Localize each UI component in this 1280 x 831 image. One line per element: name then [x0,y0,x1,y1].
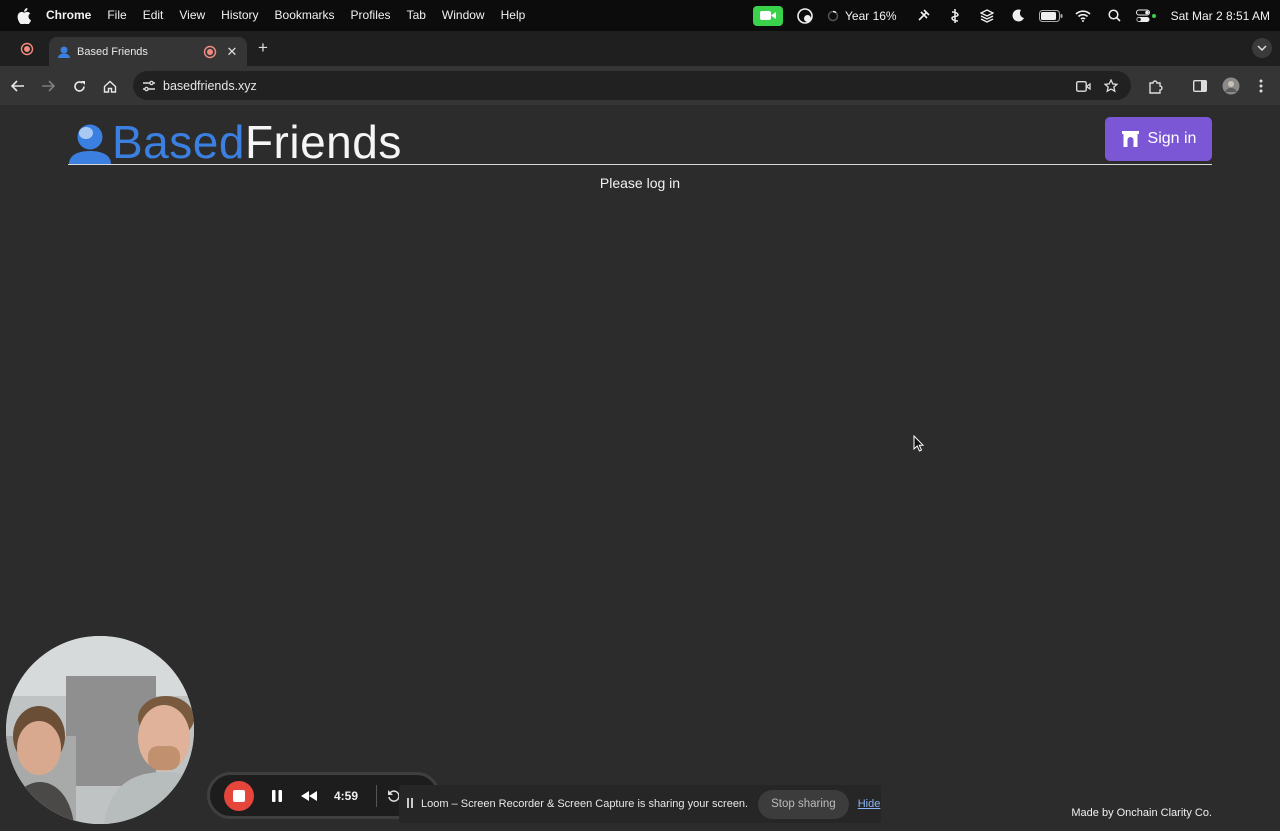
sharing-message: Loom – Screen Recorder & Screen Capture … [421,798,749,810]
farcaster-arch-icon [1121,131,1139,147]
arrow-left-icon [11,80,24,92]
tab-recording-icon [203,45,217,58]
menubar-clock[interactable]: Sat Mar 2 8:51 AM [1163,9,1270,23]
pause-recording-button[interactable] [268,787,286,805]
new-tab-button[interactable]: + [254,38,272,58]
arrow-right-icon [42,80,55,92]
side-panel-button[interactable] [1189,75,1211,97]
camera-in-use-icon[interactable] [753,5,783,26]
header-divider [68,164,1212,165]
user-logo-icon [69,124,111,164]
address-bar[interactable]: basedfriends.xyz [133,71,1131,100]
chatgpt-icon[interactable] [789,0,821,31]
rewind-icon [301,790,317,801]
battery-icon[interactable] [1035,0,1067,31]
tab-search-button[interactable] [1252,38,1272,58]
site-info-icon[interactable] [139,76,159,96]
sign-in-label: Sign in [1147,130,1197,147]
year-progress-label: Year 16% [845,8,897,23]
url-text: basedfriends.xyz [163,78,257,93]
hide-sharing-bar-link[interactable]: Hide [858,798,881,810]
menu-file[interactable]: File [99,0,134,31]
camera-permission-icon[interactable] [1073,76,1093,96]
wifi-icon[interactable] [1067,0,1099,31]
side-panel-icon [1193,80,1207,92]
kebab-menu-icon [1259,79,1263,93]
sharing-indicator-icon [407,798,417,810]
extensions-button[interactable] [1144,75,1166,97]
home-button[interactable] [99,75,121,97]
browser-toolbar: basedfriends.xyz [0,66,1280,105]
back-button[interactable] [7,75,29,97]
screen-sharing-bar: Loom – Screen Recorder & Screen Capture … [399,785,881,823]
stop-sharing-button[interactable]: Stop sharing [758,789,849,819]
sign-in-button[interactable]: Sign in [1105,117,1212,161]
mouse-cursor-icon [913,435,925,452]
footer-credit: Made by Onchain Clarity Co. [1071,807,1212,819]
recording-icon[interactable] [18,40,36,58]
menu-bookmarks[interactable]: Bookmarks [267,0,343,31]
spotlight-search-icon[interactable] [1099,0,1131,31]
login-message: Please log in [599,175,681,191]
macos-menu-bar: Chrome File Edit View History Bookmarks … [0,0,1280,31]
moon-icon[interactable] [1003,0,1035,31]
favicon-icon [58,46,70,58]
stop-recording-button[interactable] [224,780,254,811]
layers-icon[interactable] [971,0,1003,31]
chrome-menu-button[interactable] [1250,75,1272,97]
controls-divider [376,784,377,807]
profile-avatar[interactable] [1220,75,1242,97]
rewind-button[interactable] [298,787,320,805]
chevron-down-icon [1257,45,1267,51]
forward-button[interactable] [37,75,59,97]
reload-button[interactable] [68,75,90,97]
stop-icon [233,789,245,802]
menu-tab[interactable]: Tab [399,0,434,31]
site-logo[interactable]: Based Friends [68,117,402,165]
pause-icon [272,789,282,802]
pin-icon[interactable] [907,0,939,31]
tab-title: Based Friends [77,45,148,58]
menu-history[interactable]: History [213,0,266,31]
tab-based-friends[interactable]: Based Friends ✕ [49,37,247,66]
close-tab-icon[interactable]: ✕ [225,44,239,59]
recording-timer: 4:59 [334,788,359,803]
menu-window[interactable]: Window [434,0,493,31]
bookmark-star-icon[interactable] [1101,76,1121,96]
loom-camera-bubble[interactable] [6,636,194,824]
menu-view[interactable]: View [171,0,213,31]
home-icon [103,80,117,93]
control-center-icon[interactable] [1131,0,1163,31]
apple-icon[interactable] [14,0,34,31]
menu-edit[interactable]: Edit [135,0,172,31]
menu-help[interactable]: Help [493,0,534,31]
brand-name-based: Based [112,116,245,168]
menu-profiles[interactable]: Profiles [343,0,399,31]
tab-strip: Based Friends ✕ + [0,31,1280,66]
brand-name-friends: Friends [244,116,402,168]
progress-ring-icon [827,10,839,21]
puzzle-icon [1148,79,1163,94]
year-progress[interactable]: Year 16% [821,9,907,23]
menu-app-chrome[interactable]: Chrome [42,0,99,31]
reload-icon [73,80,85,92]
script-icon[interactable] [939,0,971,31]
